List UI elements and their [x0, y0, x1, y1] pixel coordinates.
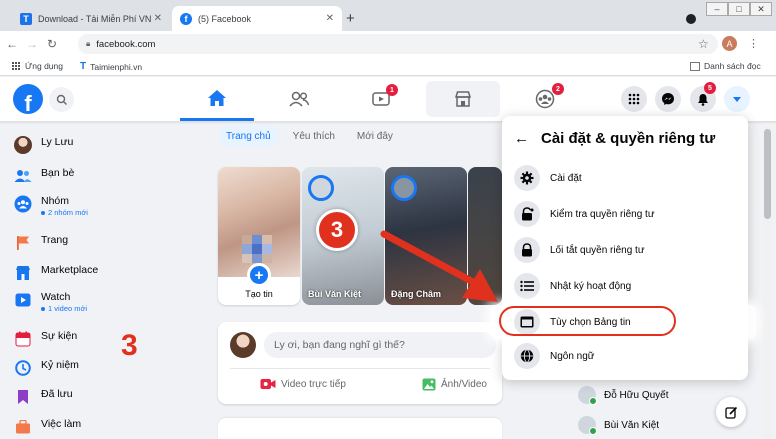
annotation-arrow	[380, 230, 498, 302]
